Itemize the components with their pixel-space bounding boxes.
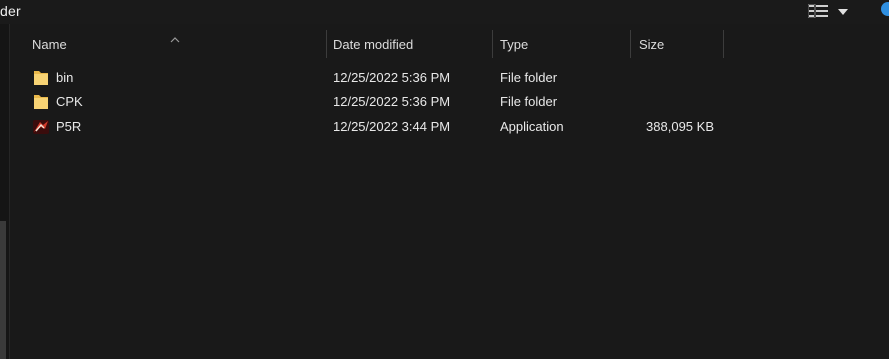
help-icon[interactable]: [881, 2, 889, 16]
list-item[interactable]: P5R 12/25/2022 3:44 PM Application 388,0…: [10, 115, 889, 139]
column-divider[interactable]: [723, 30, 724, 58]
file-type: File folder: [500, 94, 558, 109]
navigation-scrollbar[interactable]: [0, 221, 6, 359]
file-type: File folder: [500, 70, 558, 85]
file-size: 388,095 KB: [646, 119, 714, 134]
file-size: [634, 90, 714, 114]
chevron-down-icon[interactable]: [836, 5, 850, 17]
file-date-modified: 12/25/2022 5:36 PM: [333, 70, 451, 85]
folder-icon: [32, 70, 50, 86]
column-header-type[interactable]: Type: [500, 30, 528, 58]
file-list: Name Date modified Type Size bin 12/25/2…: [10, 24, 889, 359]
application-icon: [32, 119, 50, 135]
list-item[interactable]: bin 12/25/2022 5:36 PM File folder: [10, 66, 889, 90]
file-explorer-window: der Name Date modified Type Size bin 12/…: [0, 0, 889, 359]
top-bar: der: [0, 0, 889, 24]
column-header-name[interactable]: Name: [32, 30, 67, 58]
column-divider[interactable]: [326, 30, 327, 58]
file-name: bin: [56, 70, 74, 85]
column-header-date-modified[interactable]: Date modified: [333, 30, 413, 58]
list-item[interactable]: CPK 12/25/2022 5:36 PM File folder: [10, 90, 889, 114]
folder-icon: [32, 94, 50, 110]
file-size: [634, 66, 714, 90]
column-divider[interactable]: [492, 30, 493, 58]
window-title: der: [0, 3, 21, 19]
sort-ascending-icon: [170, 31, 180, 43]
column-header-size[interactable]: Size: [639, 30, 664, 58]
column-headers: Name Date modified Type Size: [10, 30, 889, 58]
file-date-modified: 12/25/2022 3:44 PM: [333, 119, 451, 134]
details-view-icon[interactable]: [807, 3, 830, 19]
column-divider[interactable]: [630, 30, 631, 58]
file-type: Application: [500, 119, 564, 134]
file-name: P5R: [56, 119, 82, 134]
navigation-pane: [0, 24, 10, 359]
file-date-modified: 12/25/2022 5:36 PM: [333, 94, 451, 109]
file-name: CPK: [56, 94, 83, 109]
